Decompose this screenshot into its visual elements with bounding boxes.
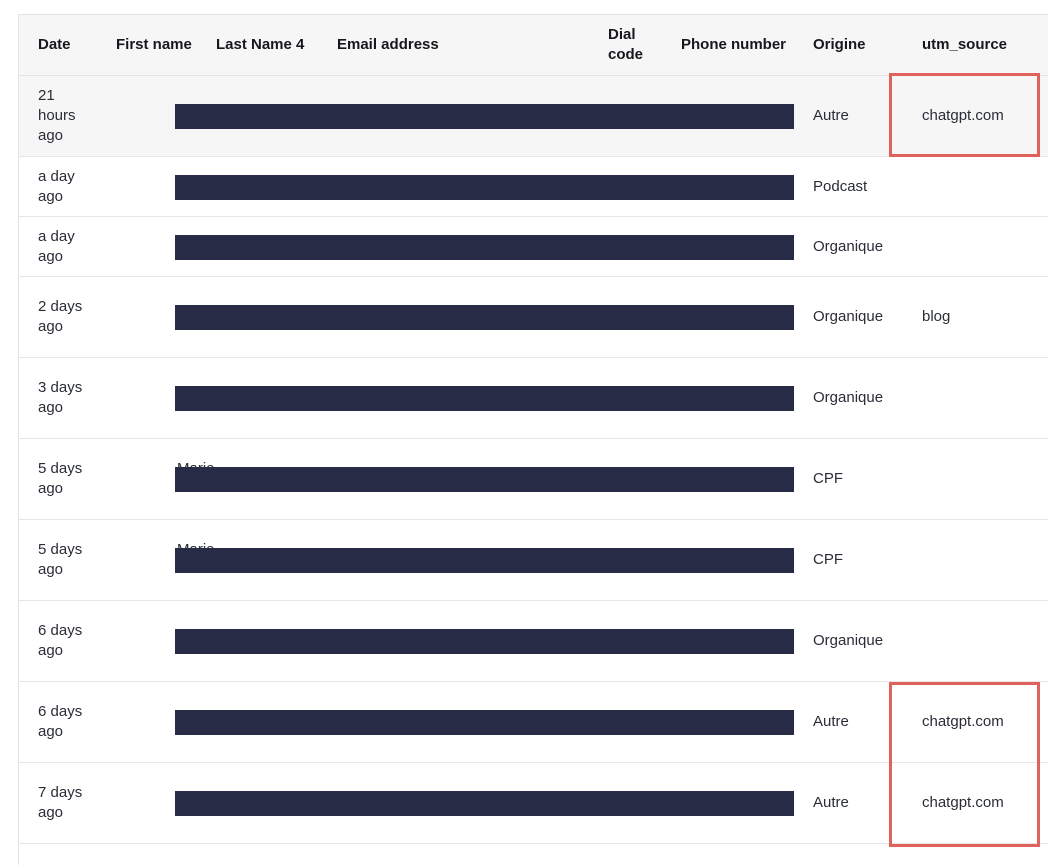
- table-row[interactable]: 6 days ago Organique: [19, 600, 1048, 682]
- redacted-contact-cells: Marie-Charlotte: [97, 438, 794, 520]
- redaction-bar: [175, 174, 794, 200]
- date-text: 21 hours ago: [38, 87, 76, 144]
- redacted-contact-cells: Marie-Charlotte: [97, 519, 794, 601]
- origine-cell: Organique: [794, 357, 903, 439]
- date-text: 7 days ago: [38, 784, 83, 821]
- redacted-contact-cells: [97, 276, 794, 358]
- utm-source-cell: [903, 600, 1048, 682]
- table-row[interactable]: 6 days ago Autre chatgpt.com: [19, 681, 1048, 763]
- table-row[interactable]: 3 days ago Organique: [19, 357, 1048, 439]
- redacted-contact-cells: [97, 156, 794, 217]
- column-header-dial-code[interactable]: Dial code: [589, 15, 662, 76]
- origine-cell: Autre: [794, 75, 903, 157]
- origine-cell: Organique: [794, 600, 903, 682]
- column-header-date[interactable]: Date: [19, 15, 97, 76]
- origine-cell: CPF: [794, 519, 903, 601]
- redacted-contact-cells: [97, 681, 794, 763]
- utm-source-cell: [903, 519, 1048, 601]
- utm-source-cell: [903, 216, 1048, 277]
- utm-source-cell: [903, 438, 1048, 520]
- utm-source-cell: [903, 357, 1048, 439]
- table-header-row: Date First name Last Name 4 Email addres…: [19, 15, 1048, 76]
- origine-cell: Organique: [794, 276, 903, 358]
- date-text: 5 days ago: [38, 460, 83, 497]
- date-text: a day ago: [38, 167, 75, 205]
- submissions-table-container: Date First name Last Name 4 Email addres…: [18, 14, 1048, 865]
- date-text: 6 days ago: [38, 622, 83, 659]
- date-text: 2 days ago: [38, 298, 83, 335]
- table-row[interactable]: a day ago Podcast: [19, 156, 1048, 217]
- origine-cell: CPF: [794, 438, 903, 520]
- date-cell: 2 days ago: [19, 276, 97, 358]
- date-text: 3 days ago: [38, 379, 83, 416]
- redaction-bar: [175, 791, 794, 816]
- table-row[interactable]: 5 days ago Marie-CharlotteCPF: [19, 438, 1048, 520]
- origine-cell: Autre: [794, 681, 903, 763]
- column-header-phone[interactable]: Phone number: [662, 15, 794, 76]
- submissions-table: Date First name Last Name 4 Email addres…: [19, 15, 1048, 864]
- redacted-contact-cells: [97, 75, 794, 157]
- date-cell: 7 days ago: [19, 762, 97, 844]
- date-cell: 6 days ago: [19, 681, 97, 763]
- table-row[interactable]: 5 days ago Marie-CharlotteCPF: [19, 519, 1048, 601]
- column-header-email[interactable]: Email address: [318, 15, 589, 76]
- origine-cell: Organique: [794, 216, 903, 277]
- date-cell: 5 days ago: [19, 519, 97, 601]
- redaction-bar: [175, 467, 794, 492]
- redaction-bar: [175, 104, 794, 129]
- column-header-first-name[interactable]: First name: [97, 15, 197, 76]
- table-row[interactable]: 7 days ago Autre chatgpt.com: [19, 762, 1048, 844]
- redaction-bar: [175, 710, 794, 735]
- redaction-bar: [175, 234, 794, 260]
- redacted-contact-cells: [97, 762, 794, 844]
- redacted-contact-cells: [97, 357, 794, 439]
- date-cell: a day ago: [19, 216, 97, 277]
- table-row[interactable]: 21 hours ago Autre chatgpt.com: [19, 75, 1048, 157]
- date-text: 6 days ago: [38, 703, 83, 740]
- redaction-bar: [175, 629, 794, 654]
- column-header-last-name[interactable]: Last Name 4: [197, 15, 318, 76]
- table-row[interactable]: a day ago Organique: [19, 216, 1048, 277]
- date-cell: 5 days ago: [19, 438, 97, 520]
- partial-row-cell: [19, 844, 1048, 865]
- date-cell: 6 days ago: [19, 600, 97, 682]
- origine-cell: Podcast: [794, 156, 903, 217]
- date-cell: 21 hours ago: [19, 75, 97, 157]
- utm-source-cell: chatgpt.com: [903, 681, 1048, 763]
- date-text: 5 days ago: [38, 541, 83, 578]
- table-row-partial: [19, 844, 1048, 865]
- redacted-contact-cells: [97, 216, 794, 277]
- redaction-bar: [175, 305, 794, 330]
- date-text: a day ago: [38, 227, 75, 265]
- redacted-contact-cells: [97, 600, 794, 682]
- table-row[interactable]: 2 days ago Organique blog: [19, 276, 1048, 358]
- redaction-bar: [175, 548, 794, 573]
- redaction-bar: [175, 386, 794, 411]
- column-header-utm-source[interactable]: utm_source: [903, 15, 1048, 76]
- utm-source-cell: chatgpt.com: [903, 762, 1048, 844]
- utm-source-cell: blog: [903, 276, 1048, 358]
- utm-source-cell: [903, 156, 1048, 217]
- date-cell: 3 days ago: [19, 357, 97, 439]
- column-header-origine[interactable]: Origine: [794, 15, 903, 76]
- origine-cell: Autre: [794, 762, 903, 844]
- date-cell: a day ago: [19, 156, 97, 217]
- utm-source-cell: chatgpt.com: [903, 75, 1048, 157]
